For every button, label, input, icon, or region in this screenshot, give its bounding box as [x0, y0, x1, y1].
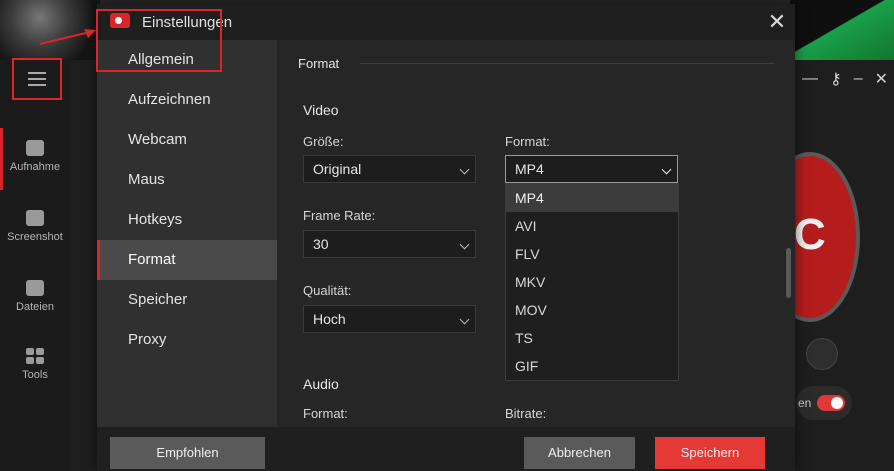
sidebar-item-tools[interactable]: Tools	[0, 348, 70, 381]
format-select[interactable]: MP4	[505, 155, 678, 183]
annotation-highlight-title	[96, 9, 222, 72]
format-label: Format:	[505, 134, 550, 149]
framerate-select[interactable]: 30	[303, 230, 476, 258]
minimize-bar-icon[interactable]: –	[854, 70, 863, 88]
audio-bitrate-label: Bitrate:	[505, 406, 547, 421]
save-button[interactable]: Speichern	[655, 437, 765, 469]
dialog-footer: Empfohlen Abbrechen Speichern	[97, 427, 795, 471]
photo-camera-icon	[26, 210, 44, 226]
sidebar-item-aufnahme[interactable]: Aufnahme	[0, 128, 70, 190]
format-option-flv[interactable]: FLV	[506, 240, 678, 268]
grid-icon	[26, 348, 44, 364]
close-app-icon[interactable]: ✕	[875, 69, 888, 89]
minimize-icon[interactable]: —	[802, 70, 818, 88]
format-option-mkv[interactable]: MKV	[506, 268, 678, 296]
chevron-down-icon	[459, 239, 470, 250]
quality-label: Qualität:	[303, 283, 352, 298]
cancel-button[interactable]: Abbrechen	[524, 437, 635, 469]
size-select-value: Original	[313, 161, 362, 177]
desktop-wallpaper-green	[790, 0, 894, 60]
timer-icon[interactable]	[806, 338, 838, 370]
nav-item-speicher[interactable]: Speicher	[97, 280, 277, 320]
section-divider	[360, 63, 775, 64]
format-select-value: MP4	[515, 161, 544, 177]
nav-item-aufzeichnen[interactable]: Aufzeichnen	[97, 80, 277, 120]
content-scrollbar[interactable]	[786, 248, 791, 298]
settings-nav: Allgemein Aufzeichnen Webcam Maus Hotkey…	[97, 40, 277, 427]
toggle-label: en	[798, 396, 812, 410]
format-option-avi[interactable]: AVI	[506, 212, 678, 240]
close-button[interactable]: ✕	[765, 10, 789, 34]
toggle-switch[interactable]	[817, 395, 846, 411]
framerate-select-value: 30	[313, 236, 329, 252]
format-option-mov[interactable]: MOV	[506, 296, 678, 324]
hamburger-menu-button[interactable]	[12, 58, 62, 100]
video-heading: Video	[303, 102, 339, 118]
sidebar-item-dateien[interactable]: Dateien	[0, 280, 70, 313]
nav-item-proxy[interactable]: Proxy	[97, 320, 277, 360]
window-controls: — ⚷ – ✕	[796, 64, 894, 94]
sidebar-item-label: Dateien	[16, 301, 54, 313]
toggle-setting: en	[796, 386, 852, 420]
quality-select[interactable]: Hoch	[303, 305, 476, 333]
annotation-arrow-icon	[39, 29, 96, 45]
sidebar-item-screenshot[interactable]: Screenshot	[0, 210, 70, 243]
sidebar-item-label: Aufnahme	[9, 161, 61, 173]
size-select[interactable]: Original	[303, 155, 476, 183]
nav-item-hotkeys[interactable]: Hotkeys	[97, 200, 277, 240]
quality-select-value: Hoch	[313, 311, 346, 327]
section-title: Format	[298, 56, 340, 71]
audio-format-label: Format:	[303, 406, 348, 421]
hamburger-icon	[28, 72, 46, 86]
format-dropdown-list: MP4 AVI FLV MKV MOV TS GIF	[505, 183, 679, 381]
record-label: C	[794, 210, 826, 259]
framerate-label: Frame Rate:	[303, 208, 376, 223]
recommended-button[interactable]: Empfohlen	[110, 437, 265, 469]
audio-heading: Audio	[303, 376, 339, 392]
sidebar-item-label: Tools	[22, 369, 48, 381]
key-icon[interactable]: ⚷	[830, 69, 842, 89]
chevron-down-icon	[459, 164, 470, 175]
format-option-mp4[interactable]: MP4	[506, 184, 678, 212]
camera-icon	[26, 140, 44, 156]
folder-icon	[26, 280, 44, 296]
nav-item-maus[interactable]: Maus	[97, 160, 277, 200]
nav-item-webcam[interactable]: Webcam	[97, 120, 277, 160]
chevron-down-icon	[661, 164, 672, 175]
settings-dialog: Einstellungen ✕ Allgemein Aufzeichnen We…	[96, 4, 795, 471]
format-option-ts[interactable]: TS	[506, 324, 678, 352]
nav-item-format[interactable]: Format	[97, 240, 277, 280]
size-label: Größe:	[303, 134, 344, 149]
chevron-down-icon	[459, 314, 470, 325]
format-option-gif[interactable]: GIF	[506, 352, 678, 380]
recorder-sidebar	[0, 60, 70, 471]
sidebar-item-label: Screenshot	[7, 231, 63, 243]
